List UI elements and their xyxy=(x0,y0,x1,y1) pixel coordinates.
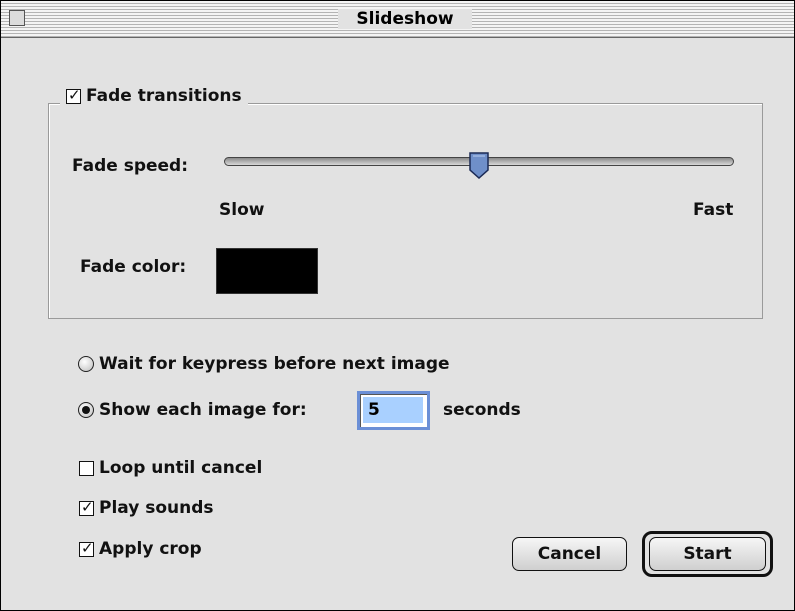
wait-keypress-option[interactable]: Wait for keypress before next image xyxy=(78,354,450,374)
wait-keypress-label: Wait for keypress before next image xyxy=(99,354,450,374)
fade-group-box xyxy=(48,103,763,319)
fade-transitions-checkbox-row[interactable]: ✓ Fade transitions xyxy=(60,82,248,110)
start-button[interactable]: Start xyxy=(649,537,766,571)
show-each-image-radio[interactable] xyxy=(78,402,94,418)
fade-color-swatch[interactable] xyxy=(216,248,318,294)
fade-speed-row: Fade speed: xyxy=(72,156,188,176)
timed-option[interactable]: Show each image for: xyxy=(78,400,307,420)
fade-color-label: Fade color: xyxy=(80,257,187,277)
crop-option[interactable]: ✓ Apply crop xyxy=(79,539,202,559)
title-bar[interactable]: Slideshow xyxy=(1,1,794,38)
checkmark-icon: ✓ xyxy=(68,85,81,104)
slider-thumb-icon[interactable] xyxy=(468,152,490,180)
wait-keypress-radio[interactable] xyxy=(78,356,94,372)
loop-option[interactable]: Loop until cancel xyxy=(79,458,262,478)
loop-label: Loop until cancel xyxy=(99,458,263,478)
crop-label: Apply crop xyxy=(99,539,202,559)
cancel-button[interactable]: Cancel xyxy=(512,537,627,571)
sounds-label: Play sounds xyxy=(99,498,214,518)
fade-color-row: Fade color: xyxy=(80,257,186,277)
slow-label-row: Slow xyxy=(219,200,264,220)
fast-label-row: Fast xyxy=(693,200,733,220)
checkmark-icon: ✓ xyxy=(81,538,94,557)
slider-min-label: Slow xyxy=(219,200,265,220)
seconds-input-value[interactable]: 5 xyxy=(363,397,423,423)
checkmark-icon: ✓ xyxy=(81,497,94,516)
show-each-image-label: Show each image for: xyxy=(99,400,307,420)
loop-checkbox[interactable] xyxy=(79,460,94,476)
seconds-input[interactable]: 5 xyxy=(357,391,430,430)
slider-max-label: Fast xyxy=(693,200,734,220)
sounds-checkbox[interactable]: ✓ xyxy=(79,497,94,516)
fade-transitions-label: Fade transitions xyxy=(86,86,242,106)
seconds-unit-label: seconds xyxy=(443,400,521,420)
crop-checkbox[interactable]: ✓ xyxy=(79,538,94,557)
window-title: Slideshow xyxy=(338,9,472,29)
close-box[interactable] xyxy=(9,10,25,26)
fade-transitions-checkbox[interactable]: ✓ xyxy=(66,85,81,104)
seconds-unit-row: seconds xyxy=(443,400,521,420)
fade-speed-label: Fade speed: xyxy=(72,156,189,176)
sounds-option[interactable]: ✓ Play sounds xyxy=(79,498,214,518)
